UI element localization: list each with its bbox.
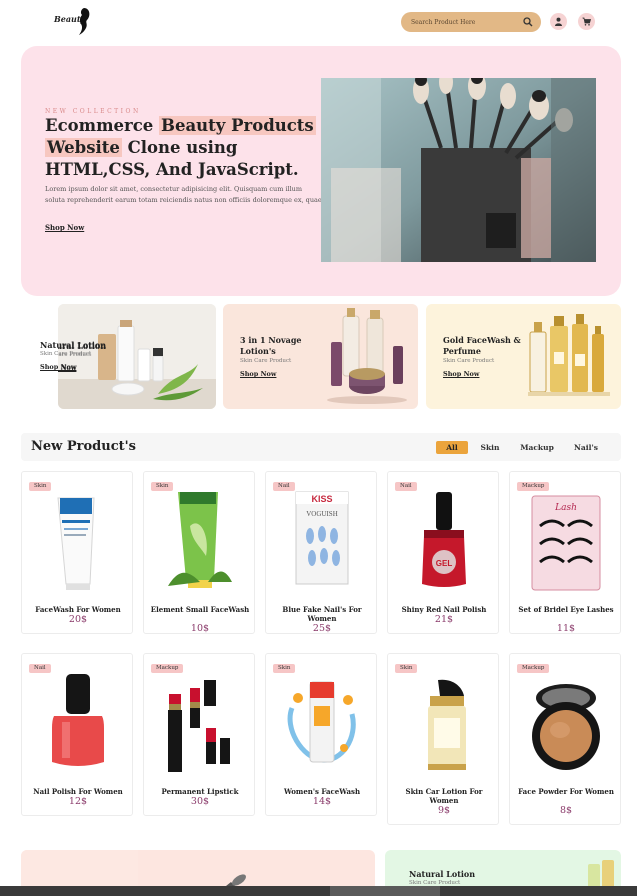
hero-shop-now-link[interactable]: Shop Now <box>45 223 84 232</box>
horizontal-scrollbar[interactable] <box>0 886 637 896</box>
product-price: 25$ <box>312 623 332 634</box>
product-name: Face Powder For Women <box>518 787 614 796</box>
product-image: KISS VOGUISH <box>295 491 349 585</box>
product-name: Element Small FaceWash <box>150 605 250 614</box>
hero-image <box>321 78 596 262</box>
product-name: Nail Polish For Women <box>33 787 123 796</box>
hero-banner: NEW COLLECTION Ecommerce Beauty Products… <box>21 46 621 296</box>
logo-face-icon <box>79 8 90 35</box>
tab-mackup[interactable]: Mackup <box>517 441 557 454</box>
hero-title: Ecommerce Beauty Products Website Clone … <box>45 115 323 181</box>
product-image <box>52 674 104 766</box>
product-price: 10$ <box>190 623 210 634</box>
logo[interactable]: Beauty <box>52 6 94 36</box>
promo-card-gold-facewash[interactable]: Gold FaceWash & Perfume Skin Care Produc… <box>426 304 621 409</box>
promo-subtitle: Skin Care Product <box>240 358 292 364</box>
product-card[interactable]: Skin Women's FaceWash 14$ <box>265 653 377 816</box>
promo-subtitle: Skin Care Product <box>443 358 495 364</box>
tab-all[interactable]: All <box>436 441 468 454</box>
product-price: 21$ <box>434 614 454 625</box>
product-name: Blue Fake Nail's For Women <box>282 605 362 623</box>
promo-card-novage-lotion[interactable]: 3 in 1 Novage Lotion's Skin Care Product… <box>223 304 418 409</box>
product-price: 8$ <box>559 805 573 816</box>
product-name: FaceWash For Women <box>35 605 121 614</box>
cart-button[interactable] <box>578 13 595 30</box>
promo-title: Gold FaceWash & Perfume <box>443 335 521 356</box>
hero-tag: NEW COLLECTION <box>45 108 141 115</box>
scrollbar-thumb[interactable] <box>330 886 440 896</box>
lash-brand-text: Lash <box>554 503 577 513</box>
product-image <box>168 680 230 772</box>
gel-label-text: GEL <box>436 559 453 568</box>
product-card[interactable]: Nail GEL Shiny Red Nail Polish 21$ <box>387 471 499 634</box>
promo-image <box>528 314 610 396</box>
hero-title-highlight: Beauty Products <box>159 116 316 135</box>
product-name: Set of Bridel Eye Lashes <box>518 605 614 614</box>
product-price: 14$ <box>312 796 332 807</box>
product-image <box>168 492 232 588</box>
product-price: 20$ <box>68 614 88 625</box>
user-button[interactable] <box>550 13 567 30</box>
vogue-brand-text: VOGUISH <box>306 510 338 518</box>
promo-subtitle-overlay: Skin Care Product <box>40 351 92 357</box>
product-price: 30$ <box>190 796 210 807</box>
header: Beauty <box>0 0 637 44</box>
product-card[interactable]: Nail KISS VOGUISH Blue Fake Nail's For W… <box>265 471 377 634</box>
product-card[interactable]: Mackup Face Powder For Women 8$ <box>509 653 621 825</box>
hero-title-highlight: Website <box>45 138 122 157</box>
search-bar[interactable] <box>401 12 541 32</box>
page: Beauty NEW COLLECTION Ecommerc <box>0 0 637 896</box>
section-title: New Product's <box>31 439 136 454</box>
kiss-brand-text: KISS <box>311 494 332 504</box>
product-card[interactable]: Skin Skin Car Lotion For Women 9$ <box>387 653 499 825</box>
tab-nails[interactable]: Nail's <box>572 441 600 454</box>
product-card[interactable]: Skin FaceWash For Women 20$ <box>21 471 133 634</box>
search-input[interactable] <box>411 12 521 32</box>
hero-title-part: Ecommerce <box>45 116 160 135</box>
product-name: Skin Car Lotion For Women <box>405 787 483 805</box>
product-image: GEL <box>422 492 466 587</box>
product-price: 12$ <box>68 796 88 807</box>
promo-shop-now-link[interactable]: Shop Now <box>240 370 276 378</box>
tab-skin[interactable]: Skin <box>477 441 503 454</box>
product-card[interactable]: Skin Element Small FaceWash 10$ <box>143 471 255 634</box>
product-card[interactable]: Nail Nail Polish For Women 12$ <box>21 653 133 816</box>
product-card[interactable]: Mackup Lash Set of Bridel Eye Lashes 11$ <box>509 471 621 634</box>
product-price: 9$ <box>437 805 451 816</box>
promo-image <box>327 308 407 404</box>
promo-shop-now-link[interactable]: Shop Now <box>443 370 479 378</box>
product-name: Women's FaceWash <box>283 787 361 796</box>
product-card[interactable]: Mackup Permanent Lipstick 30$ <box>143 653 255 816</box>
hero-description: Lorem ipsum dolor sit amet, consectetur … <box>45 185 322 204</box>
promo-title-overlay: Natural Lotion <box>40 340 107 350</box>
banner-title: Natural Lotion <box>409 869 476 879</box>
cart-icon <box>582 17 591 26</box>
product-image: Lash <box>531 495 601 591</box>
product-price: 11$ <box>556 623 576 634</box>
search-icon[interactable] <box>523 17 533 27</box>
product-image <box>428 679 466 770</box>
product-image <box>287 681 356 763</box>
product-image <box>532 684 600 770</box>
product-name: Shiny Red Nail Polish <box>401 605 487 614</box>
user-icon <box>555 17 562 26</box>
product-name: Permanent Lipstick <box>161 787 239 796</box>
new-products-header: New Product's All Skin Mackup Nail's <box>21 433 621 461</box>
product-image <box>57 497 95 590</box>
promo-shop-now-link-overlay[interactable]: Shop Now <box>40 363 76 371</box>
promo-title: 3 in 1 Novage Lotion's <box>240 335 302 356</box>
